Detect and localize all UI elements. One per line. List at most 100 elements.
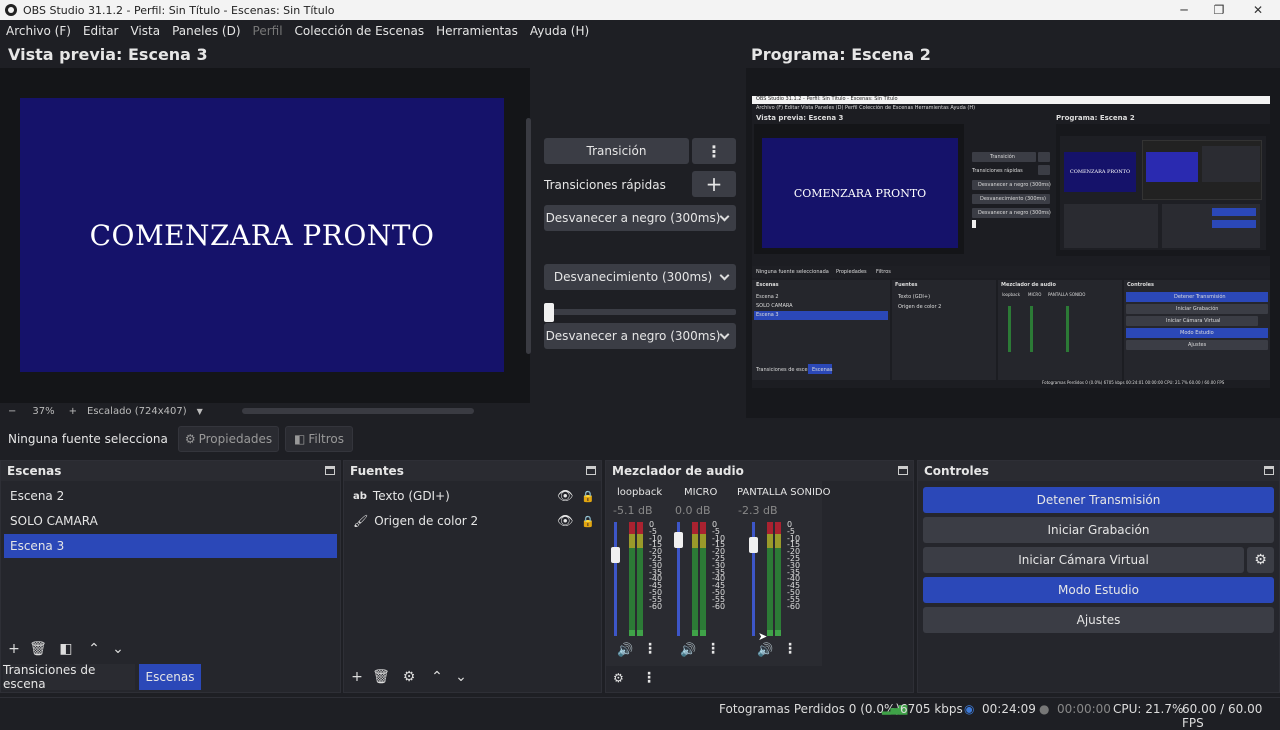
up-arrow-icon[interactable]: ⌃	[85, 641, 103, 657]
preview-horizontal-scrollbar[interactable]	[242, 408, 474, 414]
volume-fader[interactable]	[674, 522, 683, 636]
add-scene-icon[interactable]: +	[5, 641, 23, 657]
dropped-frames: Fotogramas Perdidos 0 (0.0%)	[719, 702, 901, 716]
scale-dropdown-icon[interactable]: ▼	[197, 407, 203, 416]
tbar-handle[interactable]	[544, 303, 554, 322]
minimize-button[interactable]: ─	[1164, 0, 1204, 20]
tab-scene-transitions[interactable]: Transiciones de escena	[3, 663, 135, 691]
scene-item-escena2[interactable]: Escena 2	[4, 484, 337, 508]
settings-button[interactable]: Ajustes	[923, 607, 1274, 633]
mini-quick-3: Desvanecer a negro (300ms)	[978, 210, 1051, 216]
speaker-icon[interactable]: 🔊	[757, 643, 773, 658]
preview-canvas[interactable]: COMENZARA PRONTO	[20, 98, 504, 372]
speaker-icon[interactable]: 🔊	[680, 643, 696, 658]
add-quick-transition-icon[interactable]: +	[692, 171, 736, 197]
quick-transition-2-label: Desvanecimiento (300ms)	[553, 270, 713, 284]
volume-fader-handle[interactable]	[749, 537, 758, 553]
zoom-out-button[interactable]: −	[8, 406, 16, 417]
volume-fader[interactable]	[611, 522, 620, 636]
gear-icon[interactable]: ⚙	[400, 669, 418, 685]
lock-icon[interactable]: 🔒	[581, 515, 595, 528]
properties-label: Propiedades	[198, 432, 273, 446]
no-source-selected-label: Ninguna fuente selecciona	[8, 432, 168, 446]
scenes-title: Escenas	[7, 464, 62, 478]
mini-props: Propiedades	[836, 269, 867, 275]
menu-archivo[interactable]: Archivo (F)	[0, 24, 77, 38]
audio-level-meter	[775, 522, 781, 636]
up-arrow-icon[interactable]: ⌃	[428, 669, 446, 685]
filter-icon[interactable]: ◧	[57, 641, 75, 657]
transition-button[interactable]: Transición	[544, 138, 689, 164]
mini-filters: Filtros	[876, 269, 891, 275]
speaker-icon[interactable]: 🔊	[617, 643, 633, 658]
eye-icon[interactable]: 👁	[557, 489, 574, 504]
stop-streaming-button[interactable]: Detener Transmisión	[923, 487, 1274, 513]
undock-icon[interactable]	[325, 466, 335, 475]
menu-perfil[interactable]: Perfil	[247, 24, 289, 38]
maximize-button[interactable]: ❐	[1199, 0, 1239, 20]
filter-icon: ◧	[293, 432, 306, 446]
mini-program-title: Programa: Escena 2	[1056, 114, 1135, 122]
mini-preview-title: Vista previa: Escena 3	[756, 114, 844, 122]
mini-mixer-1: loopback	[1002, 292, 1021, 297]
mixer-menu-icon[interactable]: ⋮	[642, 670, 656, 686]
kebab-menu-icon[interactable]: ⋮	[643, 641, 657, 657]
menu-ayuda[interactable]: Ayuda (H)	[524, 24, 595, 38]
add-source-icon[interactable]: +	[348, 669, 366, 685]
menu-paneles[interactable]: Paneles (D)	[166, 24, 246, 38]
audio-level-meter	[629, 522, 635, 636]
down-arrow-icon[interactable]: ⌄	[109, 641, 127, 657]
source-toolbar: Ninguna fuente selecciona ⚙ Propiedades ◧…	[0, 422, 1280, 458]
properties-button[interactable]: ⚙ Propiedades	[178, 426, 279, 452]
transition-menu-icon[interactable]: ⋮	[692, 138, 736, 164]
quick-transition-1[interactable]: Desvanecer a negro (300ms)	[544, 205, 736, 231]
scene-item-solo-camara[interactable]: SOLO CAMARA	[4, 509, 337, 533]
mixer-channel-db: -2.3 dB	[738, 504, 778, 517]
zoom-in-button[interactable]: +	[69, 406, 77, 417]
volume-fader-handle[interactable]	[611, 547, 620, 563]
menu-bar: Archivo (F) Editar Vista Paneles (D) Per…	[0, 20, 1280, 42]
kebab-menu-icon[interactable]: ⋮	[783, 641, 797, 657]
kebab-menu-icon[interactable]: ⋮	[706, 641, 720, 657]
undock-icon[interactable]	[1264, 466, 1274, 475]
mini-transition: Transición	[990, 154, 1015, 160]
filters-button[interactable]: ◧ Filtros	[285, 426, 353, 452]
start-recording-button[interactable]: Iniciar Grabación	[923, 517, 1274, 543]
trash-icon[interactable]: 🗑	[372, 669, 390, 685]
tab-scenes[interactable]: Escenas	[139, 664, 201, 690]
audio-level-meter	[637, 522, 643, 636]
mini-title: OBS Studio 31.1.2 - Perfil: Sin Título -…	[756, 96, 898, 102]
menu-coleccion[interactable]: Colección de Escenas	[289, 24, 431, 38]
undock-icon[interactable]	[586, 466, 596, 475]
preview-vertical-scrollbar[interactable]	[526, 118, 531, 354]
meter-scale: 0 -5 -10 -15 -20 -25 -30 -35 -40 -45 -50 -55 -60	[787, 521, 800, 610]
gear-icon[interactable]: ⚙	[1247, 547, 1274, 573]
bitrate: 6705 kbps	[900, 702, 963, 716]
mini-canvas-text: COMENZARA PRONTO	[793, 186, 927, 200]
volume-fader[interactable]	[749, 522, 758, 636]
mouse-cursor-icon: ➤	[758, 630, 768, 643]
down-arrow-icon[interactable]: ⌄	[452, 669, 470, 685]
volume-fader-handle[interactable]	[674, 532, 683, 548]
quick-transition-2[interactable]: Desvanecimiento (300ms)	[544, 264, 736, 290]
advanced-audio-icon[interactable]: ⚙	[613, 671, 624, 685]
cpu-usage: CPU: 21.7%	[1113, 702, 1184, 716]
lock-icon[interactable]: 🔒	[581, 490, 595, 503]
source-item-color[interactable]: 🖌 Origen de color 2 👁 🔒	[347, 509, 598, 533]
eye-icon[interactable]: 👁	[557, 514, 574, 529]
studio-mode-button[interactable]: Modo Estudio	[923, 577, 1274, 603]
source-item-text[interactable]: ab Texto (GDI+) 👁 🔒	[347, 484, 598, 508]
obs-logo-icon	[5, 4, 17, 16]
quick-transition-3[interactable]: Desvanecer a negro (300ms)	[544, 323, 736, 349]
trash-icon[interactable]: 🗑	[29, 641, 47, 657]
undock-icon[interactable]	[898, 466, 908, 475]
menu-herramientas[interactable]: Herramientas	[430, 24, 524, 38]
menu-editar[interactable]: Editar	[77, 24, 125, 38]
tbar-slider[interactable]	[544, 309, 736, 315]
scene-item-escena3[interactable]: Escena 3	[4, 534, 337, 558]
program-output-image: OBS Studio 31.1.2 - Perfil: Sin Título -…	[752, 96, 1270, 388]
start-virtual-camera-button[interactable]: Iniciar Cámara Virtual	[923, 547, 1244, 573]
quick-transition-1-label: Desvanecer a negro (300ms)	[545, 211, 721, 225]
close-button[interactable]: ✕	[1238, 0, 1278, 20]
menu-vista[interactable]: Vista	[124, 24, 166, 38]
